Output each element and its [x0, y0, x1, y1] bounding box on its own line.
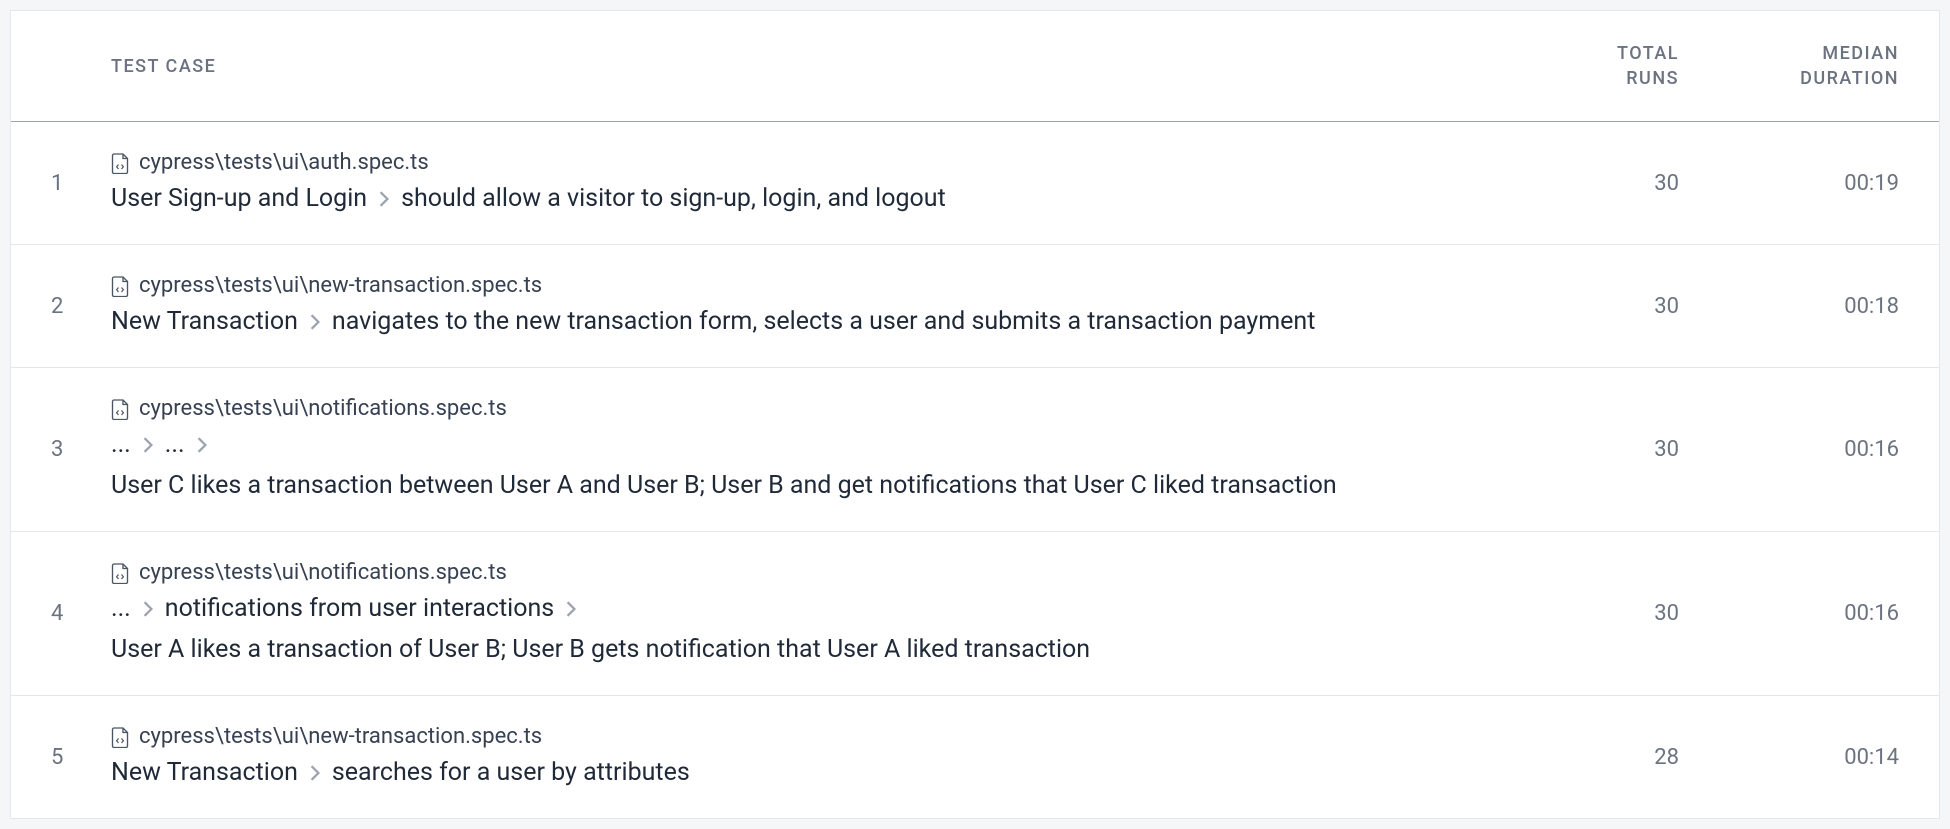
breadcrumb: ...... — [111, 427, 1499, 462]
breadcrumb-segment: User Sign-up and Login — [111, 181, 367, 216]
file-path: cypress\tests\ui\new-transaction.spec.ts — [139, 273, 542, 298]
table-row[interactable]: 1 cypress\tests\ui\auth.spec.ts User Sig… — [11, 122, 1939, 245]
total-runs-value: 30 — [1499, 294, 1679, 319]
row-index: 3 — [51, 437, 111, 462]
total-runs-value: 28 — [1499, 745, 1679, 770]
chevron-right-icon — [310, 314, 320, 330]
header-total-runs[interactable]: TOTAL RUNS — [1499, 41, 1679, 91]
total-runs-value: 30 — [1499, 601, 1679, 626]
row-index: 1 — [51, 171, 111, 196]
file-icon — [111, 562, 129, 584]
row-content: cypress\tests\ui\notifications.spec.ts .… — [111, 560, 1499, 667]
breadcrumb-segment: searches for a user by attributes — [332, 755, 690, 790]
file-path: cypress\tests\ui\auth.spec.ts — [139, 150, 429, 175]
header-median-duration[interactable]: MEDIAN DURATION — [1679, 41, 1899, 91]
file-icon — [111, 398, 129, 420]
table-header-row: TEST CASE TOTAL RUNS MEDIAN DURATION — [11, 11, 1939, 122]
test-results-table: TEST CASE TOTAL RUNS MEDIAN DURATION 1 c… — [10, 10, 1940, 819]
chevron-right-icon — [379, 191, 389, 207]
chevron-right-icon — [566, 601, 576, 617]
file-path-line: cypress\tests\ui\notifications.spec.ts — [111, 560, 1499, 585]
breadcrumb-segment: ... — [111, 591, 131, 626]
file-icon — [111, 726, 129, 748]
row-content: cypress\tests\ui\auth.spec.ts User Sign-… — [111, 150, 1499, 216]
test-description: User C likes a transaction between User … — [111, 468, 1499, 503]
row-index: 4 — [51, 601, 111, 626]
file-icon — [111, 152, 129, 174]
row-index: 5 — [51, 745, 111, 770]
breadcrumb: New Transaction navigates to the new tran… — [111, 304, 1499, 339]
median-duration-value: 00:19 — [1679, 171, 1899, 196]
breadcrumb: User Sign-up and Login should allow a vis… — [111, 181, 1499, 216]
breadcrumb-segment: New Transaction — [111, 755, 298, 790]
test-description: User A likes a transaction of User B; Us… — [111, 632, 1499, 667]
file-path: cypress\tests\ui\notifications.spec.ts — [139, 560, 507, 585]
breadcrumb-segment: notifications from user interactions — [165, 591, 554, 626]
row-content: cypress\tests\ui\new-transaction.spec.ts… — [111, 724, 1499, 790]
header-test-case[interactable]: TEST CASE — [111, 56, 1499, 77]
chevron-right-icon — [197, 437, 207, 453]
table-row[interactable]: 2 cypress\tests\ui\new-transaction.spec.… — [11, 245, 1939, 368]
breadcrumb-segment: navigates to the new transaction form, s… — [332, 304, 1316, 339]
chevron-right-icon — [310, 765, 320, 781]
median-duration-value: 00:14 — [1679, 745, 1899, 770]
file-path-line: cypress\tests\ui\notifications.spec.ts — [111, 396, 1499, 421]
median-duration-value: 00:16 — [1679, 437, 1899, 462]
file-path: cypress\tests\ui\new-transaction.spec.ts — [139, 724, 542, 749]
chevron-right-icon — [143, 437, 153, 453]
median-duration-value: 00:18 — [1679, 294, 1899, 319]
median-duration-value: 00:16 — [1679, 601, 1899, 626]
breadcrumb-segment: New Transaction — [111, 304, 298, 339]
total-runs-value: 30 — [1499, 437, 1679, 462]
table-row[interactable]: 4 cypress\tests\ui\notifications.spec.ts… — [11, 532, 1939, 696]
row-content: cypress\tests\ui\notifications.spec.ts .… — [111, 396, 1499, 503]
breadcrumb-segment: ... — [165, 427, 185, 462]
file-path-line: cypress\tests\ui\auth.spec.ts — [111, 150, 1499, 175]
total-runs-value: 30 — [1499, 171, 1679, 196]
row-content: cypress\tests\ui\new-transaction.spec.ts… — [111, 273, 1499, 339]
file-path-line: cypress\tests\ui\new-transaction.spec.ts — [111, 273, 1499, 298]
row-index: 2 — [51, 294, 111, 319]
breadcrumb-segment: should allow a visitor to sign-up, login… — [401, 181, 946, 216]
chevron-right-icon — [143, 601, 153, 617]
table-row[interactable]: 3 cypress\tests\ui\notifications.spec.ts… — [11, 368, 1939, 532]
breadcrumb: New Transaction searches for a user by at… — [111, 755, 1499, 790]
file-path-line: cypress\tests\ui\new-transaction.spec.ts — [111, 724, 1499, 749]
table-row[interactable]: 5 cypress\tests\ui\new-transaction.spec.… — [11, 696, 1939, 818]
file-path: cypress\tests\ui\notifications.spec.ts — [139, 396, 507, 421]
file-icon — [111, 275, 129, 297]
breadcrumb: ... notifications from user interactions — [111, 591, 1499, 626]
breadcrumb-segment: ... — [111, 427, 131, 462]
